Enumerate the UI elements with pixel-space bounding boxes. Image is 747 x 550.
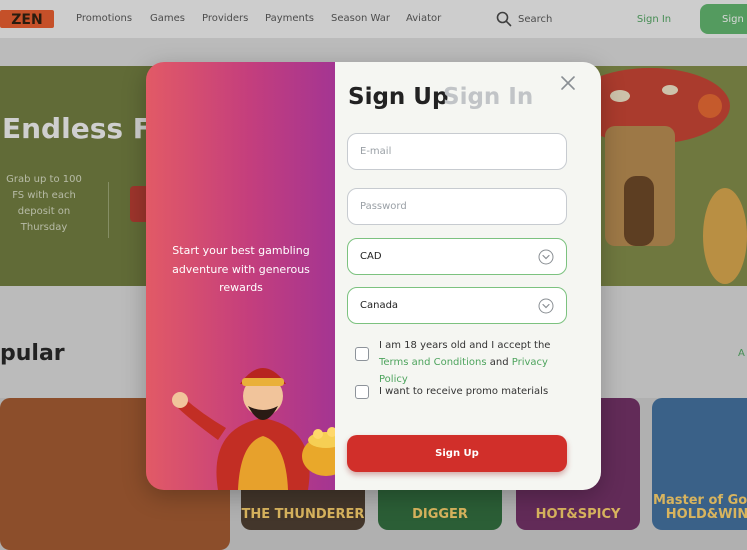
country-select[interactable]: Canada [347,287,567,324]
age-terms-checkbox[interactable] [355,347,369,361]
promo-text: Start your best gambling adventure with … [172,244,310,294]
currency-select[interactable]: CAD [347,238,567,275]
promo-materials-label: I want to receive promo materials [379,386,549,397]
password-input[interactable] [360,201,540,212]
fortune-god-illustration [172,368,350,490]
modal-form-panel: Sign Up Sign In CAD Canada [335,62,601,490]
modal-promo-panel: Start your best gambling adventure with … [146,62,350,490]
signup-submit-button[interactable]: Sign Up [347,435,567,472]
age-terms-label: I am 18 years old and I accept the Terms… [379,340,551,385]
password-field[interactable] [347,188,567,225]
terms-link[interactable]: Terms and Conditions [379,357,487,368]
tab-sign-up[interactable]: Sign Up [348,84,448,110]
country-value: Canada [360,300,399,311]
promo-materials-checkbox[interactable] [355,385,369,399]
email-field[interactable] [347,133,567,170]
currency-value: CAD [360,251,382,262]
signup-modal: Start your best gambling adventure with … [146,62,601,490]
chevron-down-icon [538,249,554,265]
close-icon[interactable] [560,75,576,91]
email-input[interactable] [360,146,540,157]
chevron-down-icon [538,298,554,314]
tab-sign-in[interactable]: Sign In [443,84,533,110]
